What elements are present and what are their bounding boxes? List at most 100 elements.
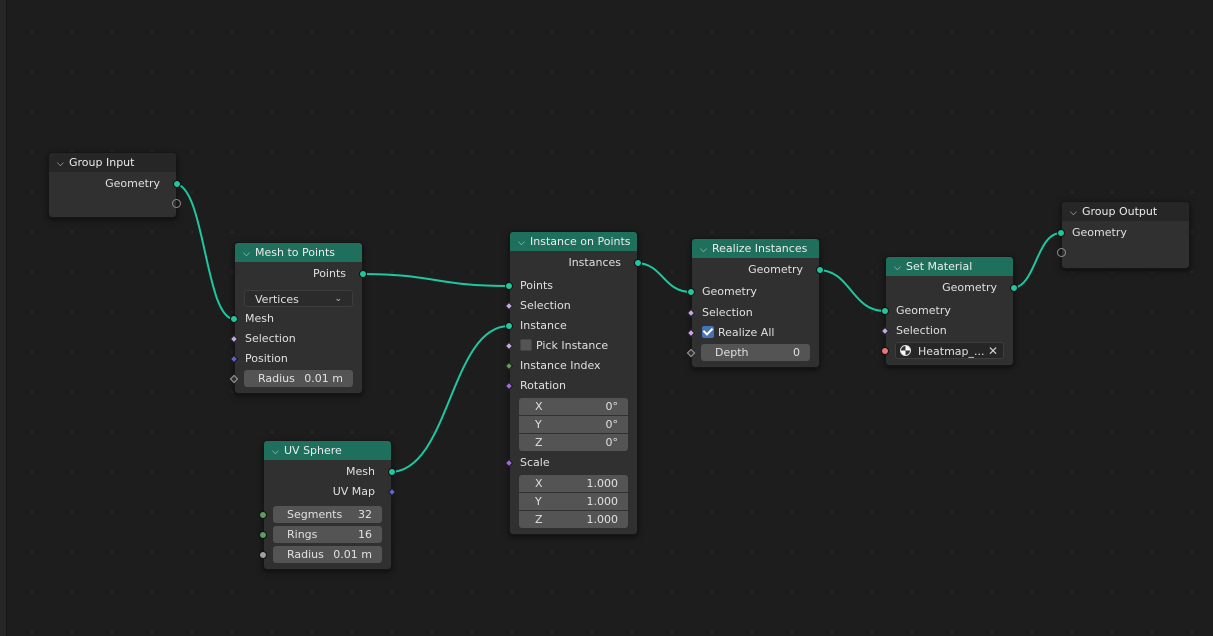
mode-value: Vertices (255, 293, 299, 306)
radius-socket[interactable] (259, 551, 267, 559)
editor-left-edge (0, 0, 7, 636)
input-selection: Selection (504, 296, 637, 316)
node-header[interactable]: ⌵ Realize Instances (692, 239, 819, 258)
chevron-down-icon[interactable]: ⌵ (518, 234, 530, 251)
chevron-down-icon[interactable]: ⌵ (243, 245, 255, 262)
pick-instance-checkbox[interactable]: Pick Instance (520, 336, 608, 356)
realize-all-checkbox[interactable]: Realize All (702, 323, 774, 343)
radius-field[interactable]: Radius 0.01 m (244, 370, 353, 387)
socket-label: Mesh (245, 312, 274, 325)
segments-field[interactable]: Segments 32 (273, 506, 382, 523)
axis-label: Y (535, 495, 542, 508)
axis-label: X (535, 400, 543, 413)
checkmark-icon[interactable] (702, 326, 714, 338)
output-instances: Instances (510, 253, 642, 273)
input-segments: Segments 32 (259, 505, 391, 525)
socket-label: Geometry (748, 263, 803, 276)
geometry-socket[interactable] (1010, 284, 1018, 292)
field-value: 0 (793, 346, 800, 359)
node-realize-instances[interactable]: ⌵ Realize Instances Geometry Geometry Sel… (686, 238, 824, 368)
node-title: Group Input (69, 156, 135, 169)
node-header[interactable]: ⌵ Set Material (886, 257, 1013, 276)
node-header[interactable]: ⌵ Mesh to Points (235, 243, 362, 262)
instances-socket[interactable] (634, 259, 642, 267)
chevron-down-icon[interactable]: ⌵ (894, 259, 906, 276)
mode-dropdown[interactable]: Vertices ⌄ (244, 290, 353, 307)
axis-value: 0° (605, 400, 619, 413)
empty-socket[interactable] (172, 199, 181, 208)
rings-field[interactable]: Rings 16 (273, 526, 382, 543)
node-group-output[interactable]: ⌵ Group Output Geometry (1057, 201, 1190, 269)
field-value: 0.01 m (304, 372, 343, 385)
scale-z-field[interactable]: Z 1.000 (519, 511, 628, 528)
node-group-input[interactable]: ⌵ Group Input Geometry (48, 152, 181, 218)
segments-socket[interactable] (259, 511, 267, 519)
geometry-socket[interactable] (816, 266, 824, 274)
scale-x-field[interactable]: X 1.000 (519, 475, 628, 492)
input-instance: Instance (505, 316, 637, 336)
empty-socket[interactable] (1057, 248, 1066, 257)
socket-label: Position (245, 352, 288, 365)
radius-field[interactable]: Radius 0.01 m (273, 546, 382, 563)
input-scale: Scale (504, 453, 637, 473)
points-socket[interactable] (505, 282, 513, 290)
checkbox-label: Pick Instance (536, 339, 609, 352)
socket-label: Selection (702, 306, 753, 319)
output-mesh: Mesh (264, 462, 396, 482)
input-radius: Radius 0.01 m (229, 369, 362, 389)
field-label: Radius (287, 548, 324, 561)
mesh-socket[interactable] (388, 468, 396, 476)
socket-label: Instance (520, 319, 567, 332)
rings-socket[interactable] (259, 531, 267, 539)
geometry-socket[interactable] (173, 180, 181, 188)
scale-y-field[interactable]: Y 1.000 (519, 493, 628, 510)
socket-label: Rotation (520, 379, 567, 392)
material-name: Heatmap_... (918, 345, 985, 358)
checkbox-icon[interactable] (520, 339, 532, 351)
input-geometry: Geometry (881, 301, 1013, 321)
depth-field[interactable]: Depth 0 (701, 344, 810, 361)
field-value: 0.01 m (333, 548, 372, 561)
node-header[interactable]: ⌵ UV Sphere (264, 441, 391, 460)
rotation-y-field[interactable]: Y 0° (519, 416, 628, 433)
input-instance-index: Instance Index (504, 356, 637, 376)
node-header[interactable]: ⌵ Instance on Points (510, 232, 637, 251)
chevron-down-icon[interactable]: ⌵ (272, 443, 284, 460)
socket-label: UV Map (332, 485, 375, 498)
rotation-x-field[interactable]: X 0° (519, 398, 628, 415)
socket-label: Mesh (346, 465, 375, 478)
axis-value: 1.000 (586, 513, 619, 526)
node-title: Instance on Points (530, 235, 631, 248)
axis-label: Z (535, 513, 543, 526)
chevron-down-icon[interactable]: ⌵ (1070, 204, 1082, 221)
node-header[interactable]: ⌵ Group Input (49, 153, 176, 172)
checkbox-label: Realize All (718, 326, 775, 339)
material-field[interactable]: Heatmap_... ✕ (895, 342, 1004, 359)
chevron-down-icon[interactable]: ⌵ (57, 155, 69, 172)
axis-value: 0° (605, 436, 619, 449)
socket-label: Geometry (1072, 226, 1127, 239)
chevron-down-icon[interactable]: ⌵ (700, 241, 712, 258)
node-title: UV Sphere (284, 444, 342, 457)
node-set-material[interactable]: ⌵ Set Material Geometry Geometry Selectio… (880, 256, 1018, 366)
close-icon[interactable]: ✕ (988, 343, 998, 360)
geometry-socket[interactable] (1057, 229, 1065, 237)
mesh-socket[interactable] (230, 315, 238, 323)
geometry-socket[interactable] (881, 307, 889, 315)
input-position: Position (229, 349, 362, 369)
node-instance-on-points[interactable]: ⌵ Instance on Points Instances Points Sel… (504, 231, 642, 535)
socket-label: Instance Index (520, 359, 601, 372)
geometry-socket[interactable] (687, 288, 695, 296)
material-socket[interactable] (881, 347, 889, 355)
node-title: Mesh to Points (255, 246, 336, 259)
input-depth: Depth 0 (686, 343, 819, 363)
rotation-z-field[interactable]: Z 0° (519, 434, 628, 451)
node-mesh-to-points[interactable]: ⌵ Mesh to Points Points Vertices ⌄ Mesh Se… (229, 242, 367, 394)
instance-socket[interactable] (505, 322, 513, 330)
axis-label: Y (535, 418, 542, 431)
points-socket[interactable] (359, 270, 367, 278)
node-uv-sphere[interactable]: ⌵ UV Sphere Mesh UV Map Segments 32 Rings 1… (259, 440, 397, 570)
node-header[interactable]: ⌵ Group Output (1062, 202, 1189, 221)
axis-value: 1.000 (586, 477, 619, 490)
scale-vector: X 1.000 Y 1.000 Z 1.000 (519, 475, 628, 529)
